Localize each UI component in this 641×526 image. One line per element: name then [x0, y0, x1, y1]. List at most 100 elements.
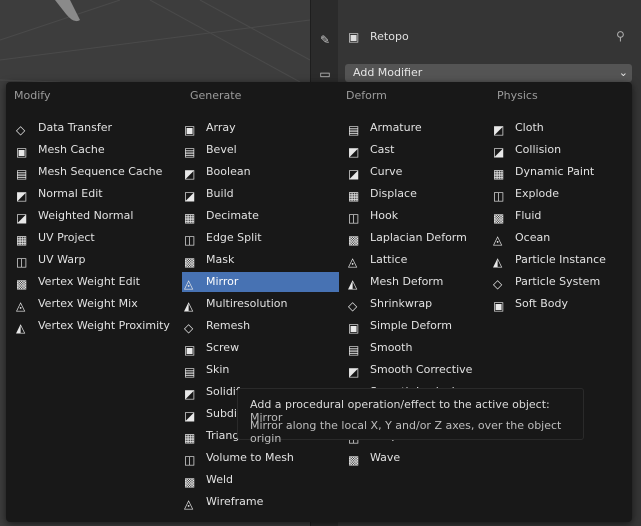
menu-item-cast[interactable]: ◩ Cast	[346, 140, 493, 160]
menu-item-label: Particle System	[515, 275, 601, 288]
pin-icon[interactable]: ⚲	[616, 29, 625, 43]
modifier-icon: ◫	[493, 189, 505, 203]
menu-item-label: Simple Deform	[370, 319, 452, 332]
menu-item-label: Mesh Cache	[38, 143, 105, 156]
menu-item-bevel[interactable]: ▤ Bevel	[182, 140, 339, 160]
menu-item-label: Curve	[370, 165, 403, 178]
menu-item-label: Mirror	[206, 275, 239, 288]
menu-item-label: Collision	[515, 143, 562, 156]
modifier-icon: ◩	[493, 123, 505, 137]
menu-item-explode[interactable]: ◫ Explode	[491, 184, 628, 204]
modifier-icon: ▦	[493, 167, 505, 181]
menu-item-lattice[interactable]: ◬ Lattice	[346, 250, 493, 270]
menu-item-wave[interactable]: ▩ Wave	[346, 448, 493, 468]
menu-item-label: Armature	[370, 121, 422, 134]
menu-item-label: Cloth	[515, 121, 544, 134]
menu-item-data-transfer[interactable]: ◇ Data Transfer	[14, 118, 184, 138]
menu-item-mesh-deform[interactable]: ◭ Mesh Deform	[346, 272, 493, 292]
column-heading-modify: Modify	[14, 89, 51, 102]
menu-item-vertex-weight-proximity[interactable]: ◭ Vertex Weight Proximity	[14, 316, 184, 336]
menu-item-screw[interactable]: ▣ Screw	[182, 338, 339, 358]
modifier-icon: ▦	[184, 431, 196, 445]
menu-item-smooth-corrective[interactable]: ◩ Smooth Corrective	[346, 360, 493, 380]
menu-item-mirror[interactable]: ◬ Mirror	[182, 272, 339, 292]
modifier-icon: ◪	[493, 145, 505, 159]
modifier-icon: ▤	[184, 145, 196, 159]
menu-item-multiresolution[interactable]: ◭ Multiresolution	[182, 294, 339, 314]
menu-item-mesh-cache[interactable]: ▣ Mesh Cache	[14, 140, 184, 160]
menu-item-weld[interactable]: ▩ Weld	[182, 470, 339, 490]
menu-item-simple-deform[interactable]: ▣ Simple Deform	[346, 316, 493, 336]
menu-item-curve[interactable]: ◪ Curve	[346, 162, 493, 182]
render-tab-icon[interactable]: ▭	[315, 64, 335, 84]
menu-item-boolean[interactable]: ◩ Boolean	[182, 162, 339, 182]
menu-item-vertex-weight-edit[interactable]: ▩ Vertex Weight Edit	[14, 272, 184, 292]
menu-item-soft-body[interactable]: ▣ Soft Body	[491, 294, 628, 314]
menu-item-wireframe[interactable]: ◬ Wireframe	[182, 492, 339, 512]
menu-item-label: Edge Split	[206, 231, 262, 244]
menu-item-label: Cast	[370, 143, 395, 156]
menu-item-label: Skin	[206, 363, 230, 376]
menu-item-collision[interactable]: ◪ Collision	[491, 140, 628, 160]
object-icon: ▣	[348, 30, 360, 44]
menu-item-cloth[interactable]: ◩ Cloth	[491, 118, 628, 138]
menu-item-label: Fluid	[515, 209, 542, 222]
menu-item-decimate[interactable]: ▦ Decimate	[182, 206, 339, 226]
add-modifier-menu: Modify Generate Deform Physics ◇ Data Tra…	[6, 82, 632, 522]
menu-item-uv-warp[interactable]: ◫ UV Warp	[14, 250, 184, 270]
menu-item-armature[interactable]: ▤ Armature	[346, 118, 493, 138]
menu-item-label: Mask	[206, 253, 235, 266]
tool-tab-icon[interactable]: ✎	[315, 30, 335, 50]
menu-item-particle-system[interactable]: ◇ Particle System	[491, 272, 628, 292]
modifier-icon: ▩	[184, 255, 196, 269]
menu-item-hook[interactable]: ◫ Hook	[346, 206, 493, 226]
menu-item-vertex-weight-mix[interactable]: ◬ Vertex Weight Mix	[14, 294, 184, 314]
menu-item-label: Vertex Weight Edit	[38, 275, 140, 288]
menu-item-label: Vertex Weight Mix	[38, 297, 138, 310]
menu-item-ocean[interactable]: ◬ Ocean	[491, 228, 628, 248]
menu-item-mask[interactable]: ▩ Mask	[182, 250, 339, 270]
menu-item-volume-to-mesh[interactable]: ◫ Volume to Mesh	[182, 448, 339, 468]
modifier-icon: ▤	[348, 123, 360, 137]
menu-item-normal-edit[interactable]: ◩ Normal Edit	[14, 184, 184, 204]
modifier-icon: ◫	[184, 233, 196, 247]
modifier-icon: ◬	[184, 277, 194, 291]
menu-item-label: Array	[206, 121, 236, 134]
menu-item-remesh[interactable]: ◇ Remesh	[182, 316, 339, 336]
menu-item-skin[interactable]: ▤ Skin	[182, 360, 339, 380]
menu-item-dynamic-paint[interactable]: ▦ Dynamic Paint	[491, 162, 628, 182]
menu-item-shrinkwrap[interactable]: ◇ Shrinkwrap	[346, 294, 493, 314]
modifier-icon: ◩	[348, 145, 360, 159]
menu-item-edge-split[interactable]: ◫ Edge Split	[182, 228, 339, 248]
modifier-icon: ◩	[16, 189, 28, 203]
column-heading-deform: Deform	[346, 89, 387, 102]
modifier-icon: ◫	[184, 453, 196, 467]
modifier-icon: ▣	[184, 123, 196, 137]
modifier-icon: ▣	[348, 321, 360, 335]
menu-item-displace[interactable]: ▦ Displace	[346, 184, 493, 204]
menu-item-uv-project[interactable]: ▦ UV Project	[14, 228, 184, 248]
menu-item-label: Laplacian Deform	[370, 231, 467, 244]
menu-item-array[interactable]: ▣ Array	[182, 118, 339, 138]
object-name[interactable]: Retopo	[370, 30, 409, 43]
menu-item-label: Smooth Corrective	[370, 363, 473, 376]
menu-item-label: Decimate	[206, 209, 259, 222]
modifier-icon: ▤	[348, 343, 360, 357]
modifier-icon: ◬	[184, 497, 194, 511]
menu-item-weighted-normal[interactable]: ◪ Weighted Normal	[14, 206, 184, 226]
menu-item-label: Dynamic Paint	[515, 165, 595, 178]
modifier-icon: ◇	[16, 123, 26, 137]
menu-item-fluid[interactable]: ▩ Fluid	[491, 206, 628, 226]
modifier-icon: ▩	[348, 453, 360, 467]
menu-item-particle-instance[interactable]: ◭ Particle Instance	[491, 250, 628, 270]
menu-item-smooth[interactable]: ▤ Smooth	[346, 338, 493, 358]
modifier-icon: ▩	[493, 211, 505, 225]
modifier-icon: ▦	[184, 211, 196, 225]
menu-item-mesh-sequence-cache[interactable]: ▤ Mesh Sequence Cache	[14, 162, 184, 182]
menu-item-laplacian-deform[interactable]: ▩ Laplacian Deform	[346, 228, 493, 248]
modifier-icon: ▩	[184, 475, 196, 489]
menu-item-build[interactable]: ◪ Build	[182, 184, 339, 204]
add-modifier-button[interactable]: Add Modifier ⌄	[345, 64, 632, 82]
modifier-icon: ◪	[348, 167, 360, 181]
modifier-icon: ▦	[348, 189, 360, 203]
